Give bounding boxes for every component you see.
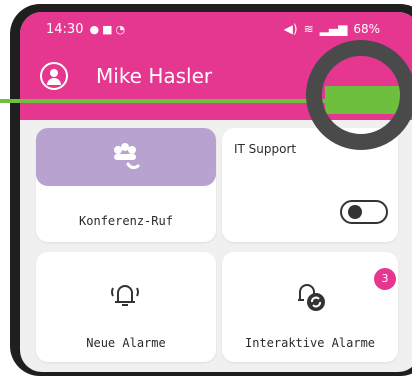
avatar-icon[interactable] <box>40 62 68 90</box>
message-icon: ● <box>89 23 100 36</box>
bell-icon <box>108 278 142 316</box>
battery-level: 68% <box>353 22 380 36</box>
user-profile-row[interactable]: Mike Hasler <box>40 62 212 90</box>
it-support-title: IT Support <box>234 142 297 156</box>
card-label: Konferenz-Ruf <box>79 214 173 228</box>
new-alarms-card[interactable]: Neue Alarme <box>36 252 216 362</box>
sound-icon: ◀) <box>283 22 298 36</box>
card-label: Neue Alarme <box>86 336 166 350</box>
interactive-alarms-card[interactable]: 3 Interaktive Alarme <box>222 252 398 362</box>
conference-call-card[interactable]: Konferenz-Ruf <box>36 128 216 242</box>
notification-badge: 3 <box>374 268 396 290</box>
it-support-toggle[interactable] <box>340 200 388 224</box>
status-icons: ● ■ ◔ <box>89 23 125 36</box>
user-name: Mike Hasler <box>96 64 213 88</box>
status-bar-left: 14:30 ● ■ ◔ <box>46 22 125 37</box>
interactive-alarm-icon <box>292 278 328 318</box>
status-time: 14:30 <box>46 22 84 37</box>
wifi-icon: ≋ <box>303 22 314 36</box>
status-bar-right: ◀) ≋ ▂▄▆ 68% <box>284 22 380 36</box>
conference-call-icon <box>108 142 142 174</box>
card-label: Interaktive Alarme <box>244 336 376 350</box>
ring-overlay <box>306 40 412 150</box>
signal-icon: ▂▄▆ <box>319 22 348 36</box>
clock-icon: ◔ <box>115 23 126 36</box>
gallery-icon: ■ <box>102 23 113 36</box>
